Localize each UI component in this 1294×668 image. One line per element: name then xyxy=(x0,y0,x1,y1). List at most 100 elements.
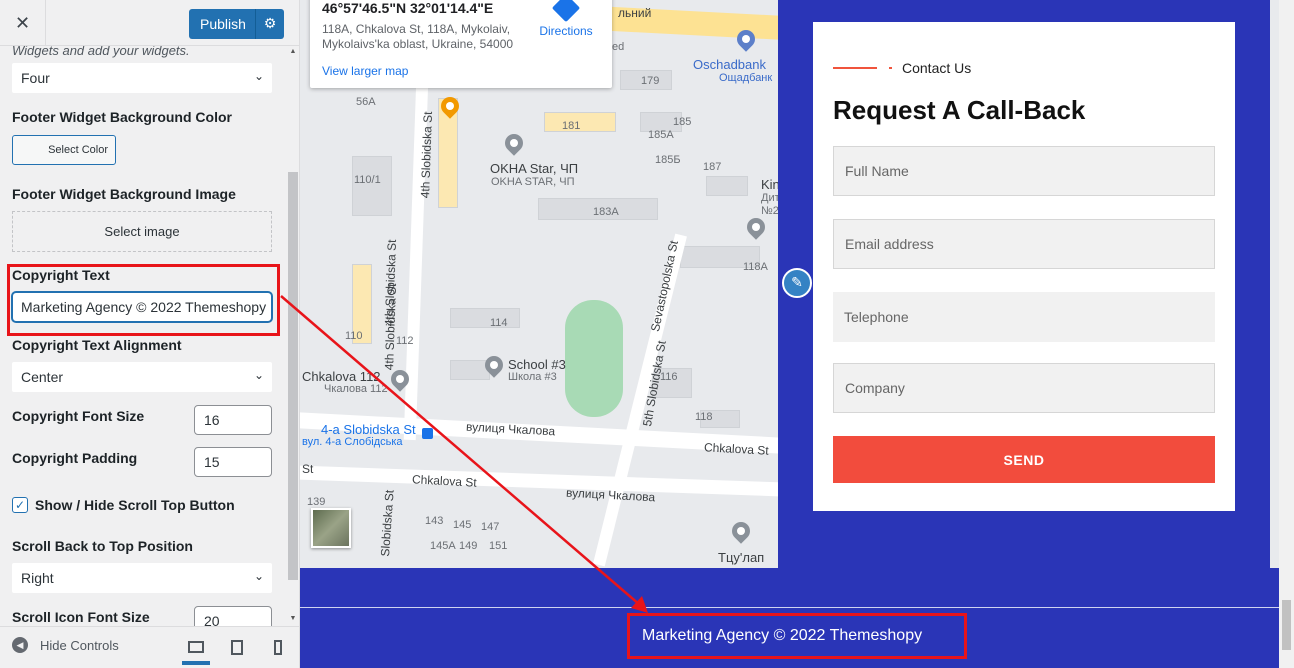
scroll-top-label: Show / Hide Scroll Top Button xyxy=(35,497,235,513)
view-larger-map-link[interactable]: View larger map xyxy=(322,64,408,78)
map-coordinates: 46°57'46.5"N 32°01'14.4"E xyxy=(322,0,494,16)
publish-label: Publish xyxy=(200,16,246,32)
preview-scrollbar[interactable] xyxy=(1279,0,1294,668)
select-color-button[interactable]: Select Color xyxy=(12,135,116,165)
map-house-number: 181 xyxy=(562,120,581,132)
map-house-number: 185Б xyxy=(655,154,681,166)
map-house-number: 143 xyxy=(425,515,444,527)
poi-label: OKHA STAR, ЧП xyxy=(491,176,575,188)
publish-button[interactable]: Publish ⚙ xyxy=(189,9,284,39)
annotation-box-copyright-output xyxy=(627,613,967,659)
map-house-number: 183A xyxy=(593,206,619,218)
poi-label: Chkalova 112 xyxy=(302,369,381,384)
bus-stop-icon[interactable] xyxy=(422,428,433,439)
map-info-card: 46°57'46.5"N 32°01'14.4"E 118A, Chkalova… xyxy=(310,0,612,88)
send-button[interactable]: SEND xyxy=(833,436,1215,483)
transit-stop-label: 4-a Slobidska St xyxy=(321,422,416,437)
sidebar-scroll-thumb[interactable] xyxy=(288,172,298,580)
map-house-number: 151 xyxy=(489,540,508,552)
hide-controls-button[interactable]: ◀ Hide Controls xyxy=(12,637,119,653)
secondary-map-edge xyxy=(1270,0,1279,568)
chevron-down-icon: ⌄ xyxy=(253,69,264,83)
map-street-label: St xyxy=(302,462,314,476)
mobile-preview-button[interactable] xyxy=(264,633,292,661)
eyebrow-line xyxy=(833,67,877,69)
map-house-number: 179 xyxy=(641,75,660,87)
copyright-align-label: Copyright Text Alignment xyxy=(12,337,182,353)
footer-bg-image-label: Footer Widget Background Image xyxy=(12,186,236,202)
company-field[interactable]: Company xyxy=(833,363,1215,413)
close-customizer-button[interactable]: ✕ xyxy=(0,0,46,46)
hide-controls-label: Hide Controls xyxy=(40,637,119,653)
sidebar-scrollbar[interactable]: ▲ ▼ xyxy=(287,46,299,626)
directions-label: Directions xyxy=(539,24,593,38)
map-house-number: 118 xyxy=(695,411,713,423)
scroll-position-select[interactable]: Right ⌄ xyxy=(12,563,272,593)
copyright-padding-input[interactable]: 15 xyxy=(194,447,272,477)
chevron-down-icon: ⌄ xyxy=(253,569,264,583)
satellite-toggle[interactable] xyxy=(311,508,351,548)
collapse-arrow-icon: ◀ xyxy=(12,637,28,653)
scroll-top-checkbox[interactable]: ✓ xyxy=(12,497,28,513)
scroll-down-arrow-icon[interactable]: ▼ xyxy=(287,615,299,622)
map-street xyxy=(300,465,778,497)
customizer-controls: Widgets and add your widgets. Four ⌄ Foo… xyxy=(0,46,287,626)
poi-label: Школа #3 xyxy=(508,371,557,383)
mobile-icon xyxy=(274,639,282,655)
poi-label: OKHA Star, ЧП xyxy=(490,161,579,176)
map-street-label: 4th Slobidska St xyxy=(382,283,400,371)
map-house-number: 149 xyxy=(459,540,478,552)
footer-bg-color-label: Footer Widget Background Color xyxy=(12,109,232,125)
school-pin-icon[interactable] xyxy=(743,214,769,240)
contact-form-card: Contact Us Request A Call-Back Full Name… xyxy=(813,22,1235,511)
transit-stop-label: вул. 4-а Слобідська xyxy=(302,436,403,448)
eyebrow-dot xyxy=(889,67,892,69)
desktop-preview-button[interactable] xyxy=(182,633,210,665)
full-name-field[interactable]: Full Name xyxy=(833,146,1215,196)
footer-divider xyxy=(300,607,1279,608)
site-preview: льний 4th Slobidska St 4th Slobidska St … xyxy=(300,0,1294,668)
scroll-icon-size-input[interactable]: 20 xyxy=(194,606,272,626)
poi-label: Дитячий xyxy=(761,192,778,204)
poi-label: Kinderg xyxy=(761,177,778,192)
copyright-align-select[interactable]: Center ⌄ xyxy=(12,362,272,392)
map-house-number: 145 xyxy=(453,519,472,531)
publish-settings-gear-icon[interactable]: ⚙ xyxy=(255,9,284,39)
select-image-button[interactable]: Select image xyxy=(12,211,272,252)
map-house-number: 187 xyxy=(703,161,722,173)
map-house-number: 139 xyxy=(307,496,326,508)
copyright-align-value: Center xyxy=(21,369,64,385)
telephone-field[interactable]: Telephone xyxy=(833,292,1215,342)
map-house-number: 114 xyxy=(490,317,508,329)
map-house-number: 147 xyxy=(481,521,500,533)
customizer-footer: ◀ Hide Controls xyxy=(0,626,299,668)
footer-columns-select[interactable]: Four ⌄ xyxy=(12,63,272,93)
edit-shortcut-pencil-icon[interactable]: ✎ xyxy=(782,268,812,298)
poi-label: №2 "Бер xyxy=(761,205,778,217)
directions-button[interactable]: Directions xyxy=(538,0,594,38)
preview-scroll-thumb[interactable] xyxy=(1282,600,1291,650)
poi-label: Чкалова 112 xyxy=(324,383,388,395)
email-field[interactable]: Email address xyxy=(833,219,1215,269)
map-street-label: Slobidska St xyxy=(378,489,397,557)
tablet-icon xyxy=(231,639,243,655)
eyebrow-label: Contact Us xyxy=(902,60,972,76)
directions-icon xyxy=(551,0,581,23)
map-house-number: 118A xyxy=(743,261,768,273)
map-address: 118A, Chkalova St, 118A, Mykolaiv, Mykol… xyxy=(322,22,514,51)
map-house-number: 110/1 xyxy=(354,174,381,186)
shop-pin-icon[interactable] xyxy=(501,130,527,156)
scroll-position-label: Scroll Back to Top Position xyxy=(12,538,193,554)
map-house-number: 145A xyxy=(430,540,456,552)
google-map[interactable]: льний 4th Slobidska St 4th Slobidska St … xyxy=(300,0,778,568)
scroll-up-arrow-icon[interactable]: ▲ xyxy=(287,48,299,55)
map-house-number: 185 xyxy=(673,116,692,128)
map-building xyxy=(706,176,748,196)
map-house-number: 110 xyxy=(345,330,363,342)
contact-eyebrow: Contact Us xyxy=(833,60,971,76)
poi-label: School #3 xyxy=(508,357,566,372)
tablet-preview-button[interactable] xyxy=(223,633,251,661)
place-pin-icon[interactable] xyxy=(728,518,754,544)
copyright-font-size-input[interactable]: 16 xyxy=(194,405,272,435)
map-house-number: 185A xyxy=(648,129,674,141)
